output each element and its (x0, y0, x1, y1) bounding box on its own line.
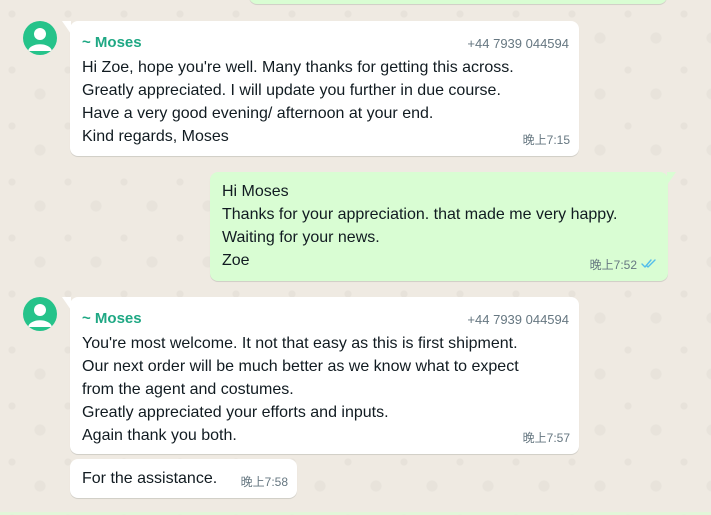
message-meta: 晚上7:57 (523, 427, 570, 450)
message-line: Waiting for your news. (222, 229, 380, 246)
message-text: You're most welcome. It not that easy as… (82, 332, 519, 447)
message-time: 晚上7:58 (240, 475, 288, 489)
message-bubble[interactable]: ~ Moses +44 7939 044594 Hi Zoe, hope you… (62, 21, 579, 156)
sender-header: ~ Moses +44 7939 044594 (82, 307, 569, 327)
bubble-tail (62, 297, 71, 310)
sender-phone[interactable]: +44 7939 044594 (467, 308, 569, 331)
message-time: 晚上7:52 (589, 258, 637, 272)
message-line: For the assistance. (82, 470, 218, 487)
bubble-tail (62, 21, 71, 34)
message-line: Greatly appreciated your efforts and inp… (82, 404, 389, 421)
default-user-icon (28, 28, 52, 51)
sender-phone[interactable]: +44 7939 044594 (467, 32, 569, 55)
message-text: For the assistance. (82, 467, 217, 490)
sender-name[interactable]: ~ Moses (82, 31, 142, 54)
message-bubble[interactable]: Hi Moses Thanks for your appreciation. t… (210, 172, 676, 281)
message-line: Our next order will be much better as we… (82, 358, 519, 375)
message-meta: 晚上7:58 (241, 471, 288, 494)
bubble-tail (667, 172, 676, 185)
message-line: Again thank you both. (82, 427, 237, 444)
message-text: Hi Zoe, hope you're well. Many thanks fo… (82, 56, 514, 148)
message-line: Hi Moses (222, 183, 289, 200)
message-bubble[interactable]: For the assistance. 晚上7:58 (70, 459, 297, 498)
previous-outgoing-bubble[interactable] (249, 0, 667, 4)
message-line: You're most welcome. It not that easy as… (82, 335, 518, 352)
message-time: 晚上7:57 (522, 431, 570, 445)
message-line: Zoe (222, 252, 250, 269)
message-line: Kind regards, Moses (82, 128, 229, 145)
message-line: Hi Zoe, hope you're well. Many thanks fo… (82, 59, 514, 76)
message-time: 晚上7:15 (522, 133, 570, 147)
message-line: Thanks for your appreciation. that made … (222, 206, 618, 223)
message-meta: 晚上7:15 (523, 129, 570, 152)
sender-name[interactable]: ~ Moses (82, 307, 142, 330)
message-line: Have a very good evening/ afternoon at y… (82, 105, 434, 122)
default-user-icon (28, 304, 52, 327)
double-check-read-icon (641, 254, 659, 277)
sender-avatar[interactable] (23, 297, 57, 331)
message-text: Hi Moses Thanks for your appreciation. t… (222, 180, 617, 272)
message-meta: 晚上7:52 (590, 254, 659, 277)
message-line: from the agent and costumes. (82, 381, 294, 398)
message-line: Greatly appreciated. I will update you f… (82, 82, 501, 99)
sender-avatar[interactable] (23, 21, 57, 55)
sender-header: ~ Moses +44 7939 044594 (82, 31, 569, 51)
message-bubble[interactable]: ~ Moses +44 7939 044594 You're most welc… (62, 297, 579, 454)
